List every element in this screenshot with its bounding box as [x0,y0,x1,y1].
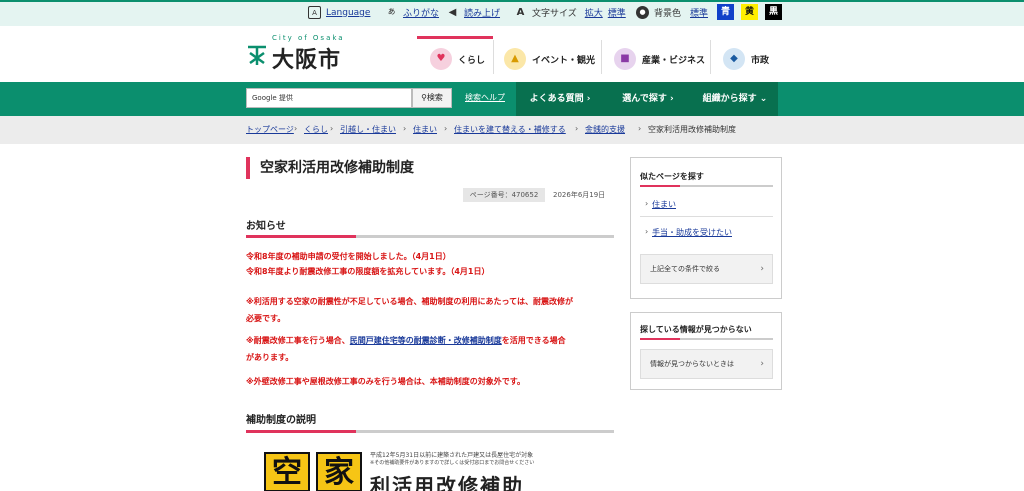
explain-heading: 補助制度の説明 [246,415,316,426]
translate-icon: A [308,6,321,19]
chevron-right-icon: › [760,359,764,369]
nav-org-search[interactable]: 組織から探す ⌄ [692,82,778,116]
breadcrumb-separator: › [638,124,642,133]
nav-faq[interactable]: よくある質問 › [516,82,604,116]
language-link[interactable]: A Language [308,6,370,19]
similar-link-allowance[interactable]: 手当・助成を受けたい [652,227,732,238]
breadcrumb-financial[interactable]: 金銭的支援 [585,124,625,135]
note-text: があります。 [246,353,294,362]
similar-link-housing[interactable]: 住まい [652,199,676,210]
banner-caption: 平成12年5月31日以前に建築された戸建又は長屋住宅が対象 [370,452,534,459]
read-aloud-link[interactable]: ◀ 読み上げ [446,6,500,19]
search-input[interactable]: Google 提供 [246,88,412,108]
note-text: ※外壁改修工事や屋根改修工事のみを行う場合は、本補助制度の対象外です。 [246,377,525,386]
chevron-right-icon: › [645,227,649,236]
breadcrumb-moving[interactable]: 引越し・住まい [340,124,396,135]
text-size-control: A 文字サイズ 拡大 標準 [514,6,626,19]
not-found-button[interactable]: 情報が見つからないときは › [640,349,773,379]
banner-char: 空 [264,452,310,491]
text-size-icon: A [516,7,525,18]
divider [601,40,602,74]
chevron-right-icon: › [760,264,764,274]
banner-char: 家 [316,452,362,491]
breadcrumb-separator: › [444,124,448,133]
breadcrumb-top[interactable]: トップページ [246,124,294,135]
banner-title: 利活用改修補助 [370,474,524,491]
background-color-control: ● 背景色 [636,6,681,19]
chevron-right-icon: › [645,199,649,208]
note-text: ※耐震改修工事を行う場合、民間戸建住宅等の耐震診断・改修補助制度を活用できる場合 [246,336,566,345]
city-emblem-icon [246,44,268,66]
building-icon: ■ [614,48,636,70]
page-title: 空家利活用改修補助制度 [246,157,414,179]
utility-bar [0,0,1024,26]
category-events[interactable]: ▲ イベント・観光 [504,36,595,82]
breadcrumb-separator: › [403,124,407,133]
search-button[interactable]: ⚲検索 [412,88,452,108]
breadcrumb-separator: › [575,124,579,133]
subsidy-banner-image: 空 家 平成12年5月31日以前に建築された戸建又は長屋住宅が対象 ※その他補助… [262,446,614,491]
furigana-icon: ぁ [386,7,396,17]
divider [710,40,711,74]
seismic-subsidy-link[interactable]: 民間戸建住宅等の耐震診断・改修補助制度 [350,336,502,345]
palette-icon: ● [636,6,649,19]
text-size-enlarge[interactable]: 拡大 [585,6,603,19]
speaker-icon: ◀ [448,7,457,18]
divider [493,40,494,74]
home-heart-icon: ♥ [430,48,452,70]
city-hall-icon: ◆ [723,48,745,70]
breadcrumb-housing[interactable]: 住まい [413,124,437,135]
main-nav-bar [0,82,1024,116]
category-city-government[interactable]: ◆ 市政 [723,36,769,82]
notice-heading: お知らせ [246,221,286,232]
sidebar-rule [640,338,773,340]
category-business[interactable]: ■ 産業・ビジネス [614,36,705,82]
narrow-conditions-button[interactable]: 上記全ての条件で絞る › [640,254,773,284]
heading-rule [246,235,614,238]
note-text: 必要です。 [246,314,286,323]
site-logo[interactable]: 大阪市 [272,42,341,74]
bg-yellow-button[interactable]: 黄 [741,4,758,20]
breadcrumb-rebuild[interactable]: 住まいを建て替える・補修する [454,124,566,135]
breadcrumb-current: 空家利活用改修補助制度 [648,125,736,134]
category-kurashi[interactable]: ♥ くらし [430,36,485,82]
nav-choose-search[interactable]: 選んで探す › [604,82,692,116]
page-number: ページ番号：470652 [463,188,545,202]
breadcrumb-kurashi[interactable]: くらし [304,124,328,135]
note-text: ※利活用する空家の耐震性が不足している場合、補助制度の利用にあたっては、耐震改修… [246,297,573,306]
update-date: 2026年6月19日 [553,191,606,199]
notice-line: 令和8年度より耐震改修工事の限度額を拡充しています。（4月1日） [246,267,490,276]
heading-rule [246,430,614,433]
bg-black-button[interactable]: 黒 [765,4,782,20]
similar-heading: 似たページを探す [640,172,704,181]
event-icon: ▲ [504,48,526,70]
logo-subtitle: City of Osaka [272,34,345,42]
not-found-heading: 探している情報が見つからない [640,325,752,334]
search-help-link[interactable]: 検索ヘルプ [465,92,505,103]
notice-line: 令和8年度の補助申請の受付を開始しました。（4月1日） [246,252,451,261]
furigana-link[interactable]: ぁ ふりがな [385,6,439,19]
breadcrumb-separator: › [330,124,334,133]
bg-blue-button[interactable]: 青 [717,4,734,20]
sidebar-rule [640,185,773,187]
divider [640,216,773,217]
text-size-standard[interactable]: 標準 [608,6,626,19]
breadcrumb-separator: › [294,124,298,133]
bg-standard-button[interactable]: 標準 [690,6,708,19]
banner-caption: ※その他補助要件がありますので詳しくは受付窓口までお問合せください [370,460,535,466]
